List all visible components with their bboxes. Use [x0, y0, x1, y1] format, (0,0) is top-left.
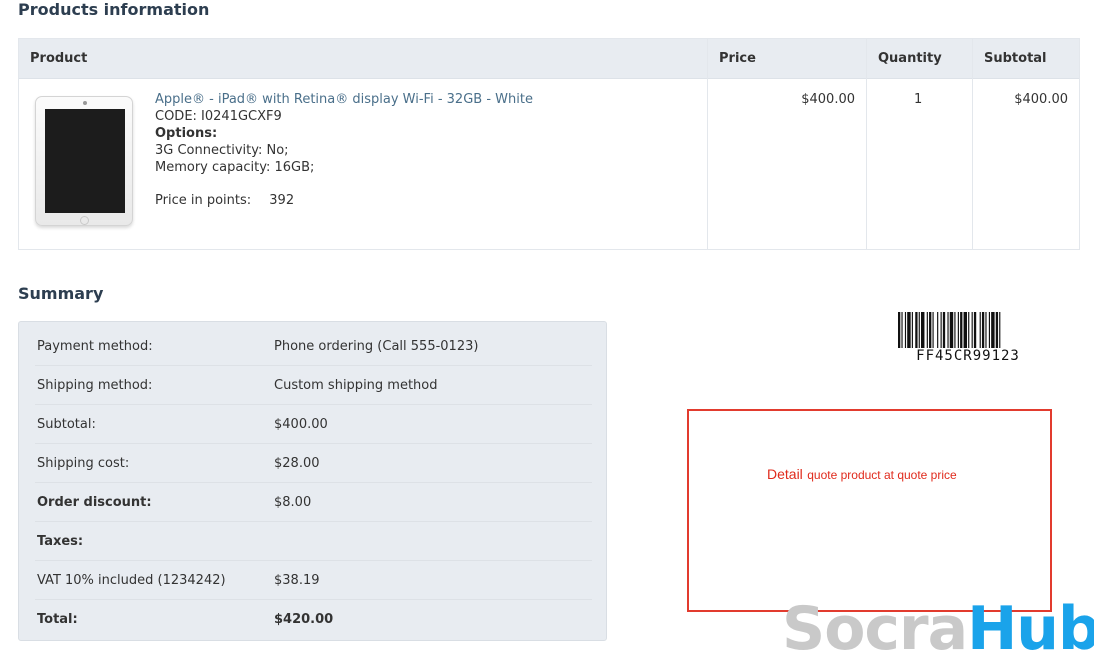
column-header-quantity: Quantity [878, 51, 942, 66]
summary-panel: Payment method: Phone ordering (Call 555… [18, 321, 607, 641]
summary-row-shipping-method: Shipping method: Custom shipping method [35, 366, 592, 405]
summary-row-taxes: Taxes: [35, 522, 592, 561]
socrahub-watermark-logo: SocraHub [782, 594, 1094, 661]
product-name-link[interactable]: Apple® - iPad® with Retina® display Wi-F… [155, 92, 533, 107]
summary-value: $8.00 [274, 495, 312, 510]
summary-value: $28.00 [274, 456, 320, 471]
product-option: Memory capacity: 16GB; [155, 160, 315, 175]
quote-text-detail: Detail [767, 466, 803, 482]
summary-value: Custom shipping method [274, 378, 438, 393]
summary-label: Payment method: [37, 339, 153, 354]
summary-row-subtotal: Subtotal: $400.00 [35, 405, 592, 444]
price-in-points-label: Price in points: [155, 193, 252, 208]
summary-value: $420.00 [274, 612, 334, 627]
products-section-title: Products information [18, 0, 210, 19]
column-header-product: Product [30, 51, 88, 66]
summary-label: Shipping cost: [37, 456, 130, 471]
summary-label: Taxes: [37, 534, 84, 549]
column-divider [866, 39, 867, 249]
quote-text-description: quote product at quote price [807, 468, 957, 482]
summary-value: Phone ordering (Call 555-0123) [274, 339, 479, 354]
product-quantity: 1 [914, 92, 923, 107]
product-price: $400.00 [801, 92, 855, 107]
column-header-price: Price [719, 51, 756, 66]
summary-row-shipping-cost: Shipping cost: $28.00 [35, 444, 592, 483]
product-subtotal: $400.00 [1014, 92, 1068, 107]
column-divider [972, 39, 973, 249]
products-table: Product Price Quantity Subtotal Apple® -… [18, 38, 1080, 250]
barcode-text: FF45CR99123 [916, 348, 1020, 364]
summary-row-payment-method: Payment method: Phone ordering (Call 555… [35, 327, 592, 366]
summary-row-vat: VAT 10% included (1234242) $38.19 [35, 561, 592, 600]
quote-text: Detail quote product at quote price [767, 466, 957, 484]
product-options-label: Options: [155, 126, 218, 141]
quote-details-box: Detail quote product at quote price [687, 409, 1052, 612]
barcode-image [898, 312, 1001, 348]
product-option: 3G Connectivity: No; [155, 143, 289, 158]
product-image[interactable] [35, 96, 133, 226]
summary-label: Shipping method: [37, 378, 153, 393]
summary-label: VAT 10% included (1234242) [37, 573, 226, 588]
price-in-points-value: 392 [269, 193, 295, 208]
summary-value: $38.19 [274, 573, 320, 588]
summary-section-title: Summary [18, 284, 104, 303]
summary-label: Subtotal: [37, 417, 96, 432]
product-code: CODE: I0241GCXF9 [155, 109, 282, 124]
column-divider [707, 39, 708, 249]
column-header-subtotal: Subtotal [984, 51, 1047, 66]
summary-label: Order discount: [37, 495, 152, 510]
summary-label: Total: [37, 612, 78, 627]
summary-row-order-discount: Order discount: $8.00 [35, 483, 592, 522]
summary-row-total: Total: $420.00 [35, 600, 592, 639]
products-table-header: Product Price Quantity Subtotal [19, 39, 1079, 79]
summary-value: $400.00 [274, 417, 328, 432]
